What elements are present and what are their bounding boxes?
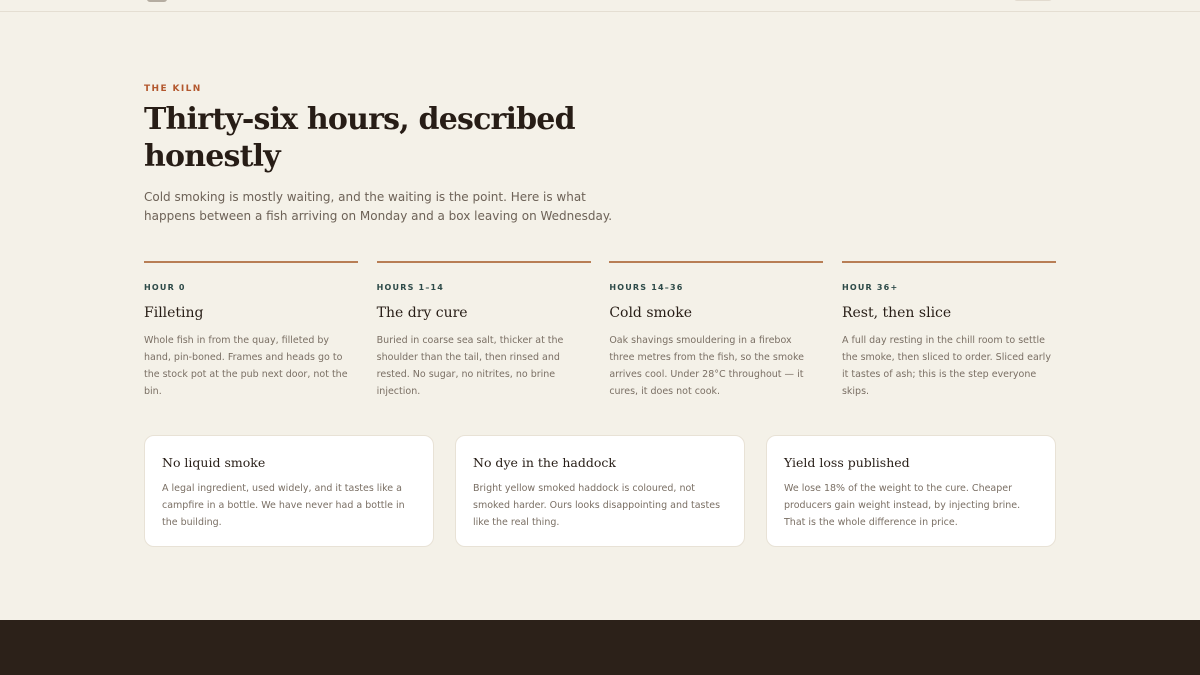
step-description: Whole fish in from the quay, filleted by… xyxy=(144,335,348,397)
card-title: No liquid smoke xyxy=(162,455,266,470)
section-eyebrow: THE KILN xyxy=(144,84,202,94)
step-title: Rest, then slice xyxy=(841,305,952,321)
step-filleting: HOUR 0 Filleting Whole fish in from the … xyxy=(144,261,358,397)
step-rest-slice: HOUR 36+ Rest, then slice A full day res… xyxy=(841,261,1056,397)
step-title: The dry cure xyxy=(376,305,468,321)
step-dry-cure: HOURS 1–14 The dry cure Buried in coarse… xyxy=(376,261,591,397)
site-footer xyxy=(0,620,1200,675)
card-yield-loss: Yield loss published We lose 18% of the … xyxy=(766,435,1056,547)
header-button[interactable] xyxy=(1014,0,1052,1)
card-description: We lose 18% of the weight to the cure. C… xyxy=(784,483,1021,528)
card-no-dye: No dye in the haddock Bright yellow smok… xyxy=(455,435,745,547)
section-title: Thirty-six hours, described honestly xyxy=(144,102,576,174)
card-description: A legal ingredient, used widely, and it … xyxy=(162,483,405,528)
process-steps: HOUR 0 Filleting Whole fish in from the … xyxy=(144,261,1056,397)
card-no-liquid-smoke: No liquid smoke A legal ingredient, used… xyxy=(144,435,434,547)
step-time-label: HOUR 0 xyxy=(144,283,186,292)
card-title: No dye in the haddock xyxy=(473,455,616,470)
step-time-label: HOUR 36+ xyxy=(841,283,899,292)
card-description: Bright yellow smoked haddock is coloured… xyxy=(473,483,721,528)
step-cold-smoke: HOURS 14–36 Cold smoke Oak shavings smou… xyxy=(609,261,824,397)
step-title: Filleting xyxy=(144,305,204,321)
step-description: Oak shavings smouldering in a firebox th… xyxy=(609,335,804,397)
step-time-label: HOURS 14–36 xyxy=(609,283,684,292)
step-title: Cold smoke xyxy=(609,305,692,321)
promise-cards: No liquid smoke A legal ingredient, used… xyxy=(144,435,1056,547)
step-time-label: HOURS 1–14 xyxy=(376,283,445,292)
card-title: Yield loss published xyxy=(784,455,910,470)
site-header xyxy=(0,0,1200,12)
step-description: Buried in coarse sea salt, thicker at th… xyxy=(376,335,564,397)
section-intro: Cold smoking is mostly waiting, and the … xyxy=(144,190,613,223)
step-description: A full day resting in the chill room to … xyxy=(841,335,1051,397)
site-logo[interactable] xyxy=(147,0,167,2)
